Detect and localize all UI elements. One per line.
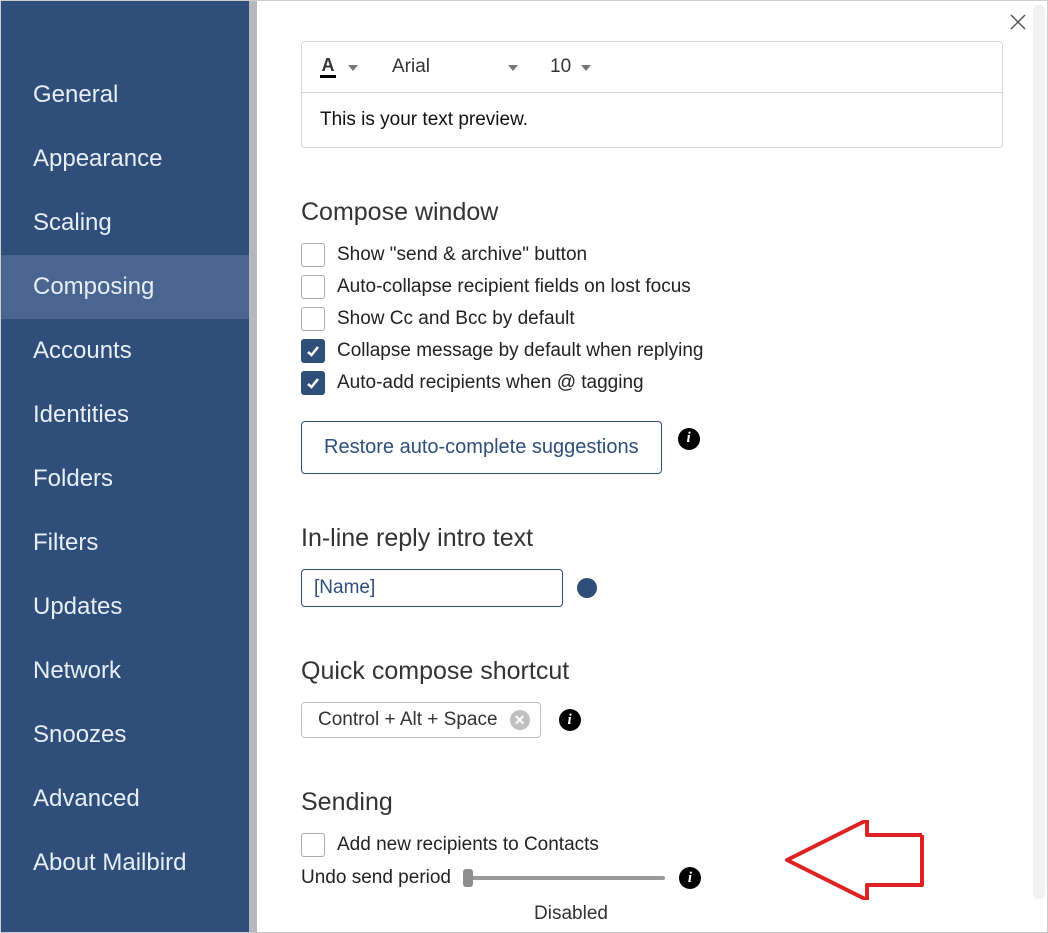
undo-send-status: Disabled xyxy=(471,903,671,925)
font-size-dropdown-icon[interactable] xyxy=(581,65,591,71)
settings-panel: A Arial 10 This is your text preview. Co… xyxy=(257,1,1047,932)
font-family-select[interactable]: Arial xyxy=(392,56,430,78)
close-button[interactable] xyxy=(1009,13,1027,36)
settings-sidebar: General Appearance Scaling Composing Acc… xyxy=(1,1,249,932)
checkbox[interactable] xyxy=(301,339,325,363)
font-family-dropdown-icon[interactable] xyxy=(508,65,518,71)
checkbox[interactable] xyxy=(301,833,325,857)
inline-reply-heading: In-line reply intro text xyxy=(301,524,1003,553)
clear-shortcut-icon[interactable]: ✕ xyxy=(510,710,530,730)
option-label: Show Cc and Bcc by default xyxy=(337,308,575,330)
quick-compose-heading: Quick compose shortcut xyxy=(301,657,1003,686)
option-send-archive[interactable]: Show "send & archive" button xyxy=(301,243,1003,267)
option-label: Add new recipients to Contacts xyxy=(337,834,599,856)
option-auto-collapse[interactable]: Auto-collapse recipient fields on lost f… xyxy=(301,275,1003,299)
info-icon[interactable]: i xyxy=(679,867,701,889)
sidebar-item-advanced[interactable]: Advanced xyxy=(1,767,249,831)
option-label: Show "send & archive" button xyxy=(337,244,587,266)
option-show-cc-bcc[interactable]: Show Cc and Bcc by default xyxy=(301,307,1003,331)
checkbox[interactable] xyxy=(301,307,325,331)
sidebar-item-appearance[interactable]: Appearance xyxy=(1,127,249,191)
sending-heading: Sending xyxy=(301,788,1003,817)
option-label: Auto-collapse recipient fields on lost f… xyxy=(337,276,691,298)
slider-thumb[interactable] xyxy=(463,869,473,887)
restore-autocomplete-button[interactable]: Restore auto-complete suggestions xyxy=(301,421,662,474)
undo-send-slider[interactable] xyxy=(465,876,665,880)
info-icon[interactable]: i xyxy=(559,709,581,731)
undo-send-label: Undo send period xyxy=(301,867,451,889)
sidebar-item-folders[interactable]: Folders xyxy=(1,447,249,511)
info-icon[interactable]: i xyxy=(678,428,700,450)
font-preview-text: This is your text preview. xyxy=(302,93,1002,147)
checkbox[interactable] xyxy=(301,243,325,267)
option-label: Auto-add recipients when @ tagging xyxy=(337,372,644,394)
font-preview-box: A Arial 10 This is your text preview. xyxy=(301,41,1003,148)
inline-reply-color-dot[interactable] xyxy=(577,578,597,598)
sidebar-item-scaling[interactable]: Scaling xyxy=(1,191,249,255)
option-add-contacts[interactable]: Add new recipients to Contacts xyxy=(301,833,1003,857)
scrollbar[interactable] xyxy=(1033,5,1045,899)
checkbox[interactable] xyxy=(301,275,325,299)
sidebar-item-filters[interactable]: Filters xyxy=(1,511,249,575)
option-auto-add-recipients[interactable]: Auto-add recipients when @ tagging xyxy=(301,371,1003,395)
sidebar-item-snoozes[interactable]: Snoozes xyxy=(1,703,249,767)
text-color-icon[interactable]: A xyxy=(320,56,336,78)
text-color-dropdown[interactable] xyxy=(348,65,358,71)
sidebar-item-composing[interactable]: Composing xyxy=(1,255,249,319)
font-toolbar: A Arial 10 xyxy=(302,42,1002,93)
sidebar-item-accounts[interactable]: Accounts xyxy=(1,319,249,383)
quick-compose-shortcut-field[interactable]: Control + Alt + Space ✕ xyxy=(301,702,541,738)
sidebar-item-updates[interactable]: Updates xyxy=(1,575,249,639)
sidebar-item-general[interactable]: General xyxy=(1,63,249,127)
compose-window-heading: Compose window xyxy=(301,198,1003,227)
sidebar-divider xyxy=(249,1,257,932)
inline-reply-input[interactable] xyxy=(301,569,563,607)
option-collapse-reply[interactable]: Collapse message by default when replyin… xyxy=(301,339,1003,363)
sidebar-item-identities[interactable]: Identities xyxy=(1,383,249,447)
font-size-select[interactable]: 10 xyxy=(550,56,571,78)
checkbox[interactable] xyxy=(301,371,325,395)
option-label: Collapse message by default when replyin… xyxy=(337,340,704,362)
shortcut-value: Control + Alt + Space xyxy=(318,709,498,731)
sidebar-item-about[interactable]: About Mailbird xyxy=(1,831,249,895)
sidebar-item-network[interactable]: Network xyxy=(1,639,249,703)
